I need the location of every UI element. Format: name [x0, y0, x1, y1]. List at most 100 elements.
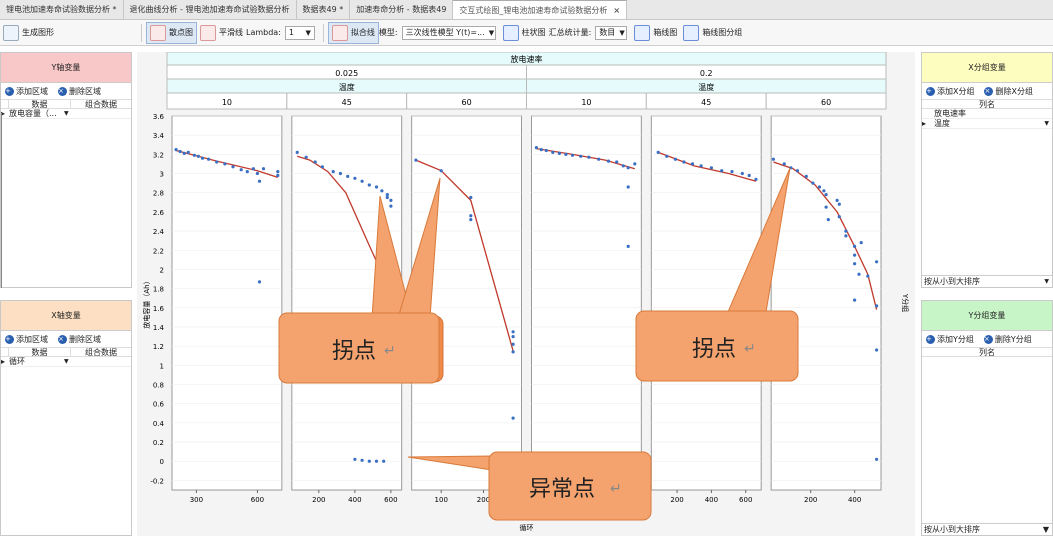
data-point	[251, 167, 255, 171]
data-point	[215, 160, 219, 164]
list-item[interactable]: 放电速率	[922, 109, 1052, 119]
right-axis-label: Y分组	[901, 293, 910, 312]
delete-y-group-button[interactable]: × 删除Y分组	[983, 334, 1032, 345]
add-region-button[interactable]: + 添加区域	[5, 334, 48, 345]
y-tick-label: 1.4	[153, 324, 165, 332]
chevron-down-icon: ▼	[1042, 525, 1049, 534]
delete-region-button[interactable]: × 删除区域	[58, 334, 101, 345]
lambda-select[interactable]: 1 ▼	[284, 25, 315, 40]
data-point	[346, 174, 350, 178]
faceted-scatter-chart: 放电速率0.025温度10 45 600.2温度10 45 603.63.43.232.…	[142, 51, 910, 532]
list-item[interactable]: ▸ 放电容量（... ▼	[1, 109, 131, 119]
y-tick-label: 3.6	[153, 113, 165, 121]
y-variable-panel: Y轴变量 + 添加区域 × 删除区域 数据 组合数据 ▸ 放电容量（... ▼	[0, 52, 132, 288]
add-y-group-button[interactable]: + 添加Y分组	[926, 334, 974, 345]
facet-panel	[411, 115, 522, 491]
temp-label: 45	[701, 98, 711, 107]
tab-degradation-analysis[interactable]: 退化曲线分析 - 锂电池加速寿命试验数据分析	[124, 0, 297, 19]
data-point	[257, 179, 262, 183]
add-region-button[interactable]: + 添加区域	[5, 86, 48, 97]
data-point	[255, 171, 259, 176]
data-point	[782, 162, 786, 166]
data-point	[857, 272, 861, 276]
x-tick-label: 600	[384, 496, 397, 504]
data-point	[740, 171, 744, 176]
data-point	[824, 205, 828, 209]
fit-line-toggle[interactable]: 拟合线	[327, 21, 379, 44]
data-point	[875, 304, 879, 308]
data-point	[811, 181, 815, 185]
data-point	[795, 169, 800, 173]
data-point	[673, 157, 678, 161]
x-axis-label: 循环	[520, 523, 534, 532]
y-group-panel: Y分组变量 + 添加Y分组 × 删除Y分组 列名 按从小到大排序 ▼	[921, 300, 1053, 536]
x-tick-label: 600	[739, 496, 752, 504]
delete-x-group-button[interactable]: × 删除X分组	[984, 86, 1033, 97]
list-item[interactable]: ▸ 循环 ▼	[1, 357, 131, 367]
summary-label: 汇总统计量:	[548, 28, 592, 37]
group-header-label: 放电速率	[511, 54, 543, 64]
x-tick-label: 400	[848, 496, 861, 504]
boxplot-toggle[interactable]: 箱线图	[631, 22, 680, 44]
plus-icon: +	[926, 86, 935, 96]
bar-chart-toggle[interactable]: 柱状图	[500, 22, 549, 44]
data-point	[656, 150, 660, 154]
y-tick-label: 3.2	[153, 151, 164, 159]
summary-select[interactable]: 数目 ▼	[595, 25, 628, 40]
temp-label: 10	[222, 98, 232, 107]
data-point	[380, 189, 384, 193]
data-point	[682, 160, 686, 164]
data-point	[853, 253, 857, 257]
y-tick-label: 2.4	[153, 228, 165, 236]
data-point	[385, 195, 389, 200]
tab-accelerated-life[interactable]: 加速寿命分析 - 数据表49	[350, 0, 454, 19]
facet-panel	[531, 115, 642, 491]
close-icon[interactable]: ×	[613, 6, 620, 15]
data-point	[389, 204, 393, 208]
tab-datatable49[interactable]: 数据表49 *	[297, 0, 351, 19]
data-point	[771, 157, 776, 161]
data-point	[789, 166, 793, 170]
data-point	[320, 165, 324, 169]
data-point	[382, 459, 386, 463]
model-select[interactable]: 三次线性模型 Y(t)=... ▼	[401, 25, 496, 40]
rate-label: 0.2	[700, 69, 713, 78]
generate-chart-button[interactable]: 生成图形	[0, 22, 57, 44]
rate-label: 0.025	[335, 69, 358, 78]
toolbar: 生成图形 散点图 平滑线 Lambda: 1 ▼ 拟合线 模型: 三次线性模型 Y…	[0, 20, 1053, 46]
scatter-toggle[interactable]: 散点图	[146, 21, 197, 44]
column-header: 列名	[979, 100, 995, 109]
boxplot-group-toggle[interactable]: 箱线图分组	[680, 22, 745, 44]
tab-lifetest-data[interactable]: 锂电池加速寿命试验数据分析 *	[0, 0, 124, 19]
x-circle-icon: ×	[984, 86, 994, 96]
data-point	[207, 157, 211, 161]
sort-select[interactable]: 按从小到大排序 ▼	[922, 275, 1052, 287]
data-point	[231, 165, 235, 169]
data-point	[367, 459, 371, 463]
data-point	[261, 167, 266, 171]
data-point	[720, 169, 724, 173]
facet-panel	[291, 115, 403, 491]
tab-interactive-plot[interactable]: 交互式绘图_锂电池加速寿命试验数据分析 ×	[453, 0, 628, 19]
data-point	[570, 153, 575, 157]
column-header: 组合数据	[85, 100, 117, 109]
data-point	[374, 459, 379, 463]
data-point	[511, 416, 515, 420]
facet-panel	[650, 115, 762, 491]
x-tick-label: 200	[477, 496, 490, 504]
data-point	[389, 198, 393, 202]
data-point	[699, 164, 703, 168]
temp-label: 60	[461, 98, 471, 107]
add-x-group-button[interactable]: + 添加X分组	[926, 86, 974, 97]
data-point	[385, 193, 389, 197]
list-item[interactable]: ▸ 温度 ▼	[922, 119, 1052, 129]
sort-select[interactable]: 按从小到大排序 ▼	[922, 523, 1052, 535]
delete-region-button[interactable]: × 删除区域	[58, 86, 101, 97]
data-point	[853, 298, 857, 302]
data-point	[875, 457, 879, 461]
data-point	[182, 151, 186, 155]
data-point	[353, 176, 357, 180]
data-point	[276, 170, 280, 174]
data-point	[511, 330, 515, 334]
smooth-toggle[interactable]: 平滑线	[197, 22, 246, 44]
